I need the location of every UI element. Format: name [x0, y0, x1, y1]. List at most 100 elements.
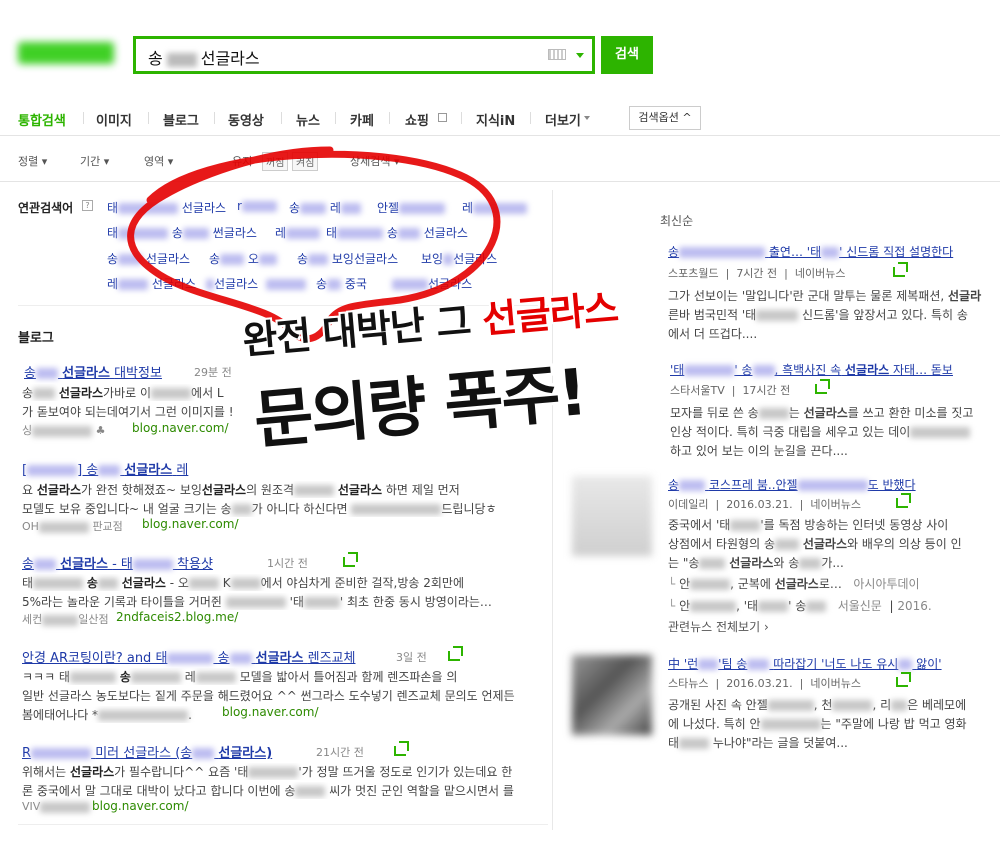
search-input[interactable]: 송 선글라스: [133, 36, 595, 74]
filter-detail[interactable]: 상세검색 ▾: [350, 153, 400, 169]
blog-url[interactable]: blog.naver.com/: [132, 421, 229, 435]
snippet-text: 는 "주말에 나랑 밥 먹고 영화: [820, 717, 967, 731]
filter-off[interactable]: 꺼짐: [262, 152, 289, 171]
related-term[interactable]: 태 송 선글라스: [326, 224, 468, 241]
related-term[interactable]: 선글라스: [392, 275, 472, 292]
related-term[interactable]: 송 보잉선글라스: [297, 250, 398, 267]
blog-title[interactable]: 안경 AR코팅이란? and 태 송 선글라스 렌즈교체: [22, 647, 355, 666]
news-snippet: 공개된 사진 속 안젤 , 천 , 리 은 베레모에: [668, 696, 966, 713]
related-term[interactable]: r: [237, 199, 277, 213]
snippet-text: 씨가 멋진 군인 역할을 맡으시면서 를: [329, 784, 514, 798]
tab-more[interactable]: 더보기: [545, 110, 581, 129]
filter-on[interactable]: 켜짐: [292, 152, 319, 171]
tab-blog[interactable]: 블로그: [163, 110, 199, 129]
blur-mask: [266, 279, 307, 290]
blog-title[interactable]: 송 선글라스 대박정보: [24, 362, 162, 381]
related-term[interactable]: 송 선글라스: [107, 250, 190, 267]
related-term[interactable]: 송 레: [289, 199, 361, 216]
keyboard-icon[interactable]: [548, 49, 566, 60]
tab-shopping[interactable]: 쇼핑: [405, 110, 429, 129]
news-title[interactable]: '태 ' 송 , 흑백사진 속 선글라스 자태… 돋보: [670, 361, 953, 378]
share-icon[interactable]: [815, 379, 830, 394]
blur-mask: [797, 480, 868, 491]
tab-image[interactable]: 이미지: [96, 110, 132, 129]
related-text: 오: [247, 252, 259, 266]
rel-date: 2016.: [897, 599, 932, 613]
title-text: , 흑백사진 속: [774, 363, 842, 377]
share-icon[interactable]: [896, 672, 911, 687]
blur-mask: [38, 521, 89, 533]
related-text: 송: [316, 277, 328, 291]
blog-time: 3일 전: [396, 651, 427, 664]
snippet-text: 는: [788, 406, 800, 420]
related-term[interactable]: 안젤: [377, 199, 446, 216]
share-icon[interactable]: [343, 552, 358, 567]
blog-title[interactable]: 송 선글라스 - 태 착용샷: [22, 553, 213, 572]
related-text: 태: [326, 226, 338, 240]
blur-mask: [821, 247, 840, 258]
news-title[interactable]: 中 '런 '팀 송 따라잡기 '너도 나도 유시 앓이': [668, 655, 942, 672]
related-news-item[interactable]: └ 안, '태 ' 송 서울신문 | 2016.: [668, 597, 932, 614]
filter-sort[interactable]: 정렬 ▾: [18, 153, 47, 169]
search-options-button[interactable]: 검색옵션 ^: [629, 106, 701, 130]
news-title[interactable]: 송 출연… '태 ' 신드롬 직접 설명한다: [668, 243, 953, 260]
related-term[interactable]: 선글라스: [206, 275, 307, 292]
help-icon[interactable]: ?: [82, 200, 93, 211]
title-text: 中 '런: [668, 657, 699, 671]
blog-snippet: 가 돋보여야 되는데여기서 그런 이미지를 !: [22, 405, 234, 419]
related-text: 선글라스: [151, 277, 197, 291]
news-title[interactable]: 송 코스프레 붐..안젤 도 반했다: [668, 476, 916, 493]
snippet-text: 모델을 밟아서 틀어짐과 함께 렌즈파손을 의: [239, 670, 458, 684]
share-icon[interactable]: [448, 646, 463, 661]
title-text: '태: [670, 363, 685, 377]
filter-period[interactable]: 기간 ▾: [80, 153, 109, 169]
meta-text[interactable]: 네이버뉴스: [795, 267, 846, 280]
blog-title[interactable]: [] 송 선글라스 레: [22, 459, 188, 478]
related-term[interactable]: 레 선글라스: [107, 275, 196, 292]
related-term[interactable]: 레: [462, 199, 528, 216]
blur-mask: [699, 558, 726, 569]
tab-integrated[interactable]: 통합검색: [18, 110, 66, 129]
blur-mask: [27, 465, 78, 476]
blur-mask: [118, 228, 169, 239]
news-thumbnail[interactable]: [572, 655, 652, 735]
blog-title[interactable]: R 미러 선글라스 (송 선글라스): [22, 742, 272, 761]
snippet-text: - 오: [169, 576, 189, 590]
meta-text[interactable]: 네이버뉴스: [810, 498, 861, 511]
chevron-down-icon[interactable]: [576, 53, 584, 58]
related-term[interactable]: 송 중국: [316, 275, 367, 292]
sort-latest-label[interactable]: 최신순: [660, 212, 693, 229]
blog-snippet: 태 송 선글라스 - 오 K 에서 야심차게 준비한 걸작,방송 2회만에: [22, 574, 547, 591]
logo-blurred[interactable]: [18, 42, 114, 64]
news-thumbnail[interactable]: [572, 476, 652, 556]
tab-news[interactable]: 뉴스: [296, 110, 320, 129]
share-icon[interactable]: [394, 741, 409, 756]
blog-url[interactable]: 2ndfaceis2.blog.me/: [116, 610, 238, 624]
filter-area[interactable]: 영역 ▾: [144, 153, 173, 169]
blog-url[interactable]: blog.naver.com/: [222, 705, 319, 719]
related-text: 태: [107, 201, 119, 215]
meta-text[interactable]: 네이버뉴스: [810, 677, 861, 690]
related-term[interactable]: 송 오: [209, 250, 277, 267]
blog-url[interactable]: blog.naver.com/: [92, 799, 189, 813]
blur-mask: [31, 748, 92, 759]
snippet-text: 송: [119, 670, 131, 684]
tab-video[interactable]: 동영상: [228, 110, 264, 129]
share-icon[interactable]: [896, 493, 911, 508]
tab-kin[interactable]: 지식iN: [476, 110, 515, 129]
blog-url[interactable]: blog.naver.com/: [142, 517, 239, 531]
news-snippet: 모자를 뒤로 쓴 송 는 선글라스를 쓰고 환한 미소를 짓고: [670, 404, 973, 421]
related-term[interactable]: 보잉 선글라스: [421, 250, 497, 267]
headline-text-red: 선글라스: [480, 286, 620, 342]
tab-cafe[interactable]: 카페: [350, 110, 374, 129]
chevron-right-icon: ›: [763, 620, 769, 634]
share-icon[interactable]: [893, 262, 908, 277]
search-button[interactable]: 검색: [601, 36, 653, 74]
related-term[interactable]: 레: [275, 224, 321, 241]
related-news-all-link[interactable]: 관련뉴스 전체보기 ›: [668, 618, 769, 635]
meta-text: 스타서울TV: [670, 384, 725, 397]
news-meta: 이데일리 | 2016.03.21. | 네이버뉴스: [668, 498, 861, 511]
related-term[interactable]: 태 송 썬글라스: [107, 224, 257, 241]
related-news-item[interactable]: └ 안 , 군복에 선글라스로… 아시아투데이: [668, 575, 920, 592]
related-term[interactable]: 태 선글라스: [107, 199, 226, 216]
